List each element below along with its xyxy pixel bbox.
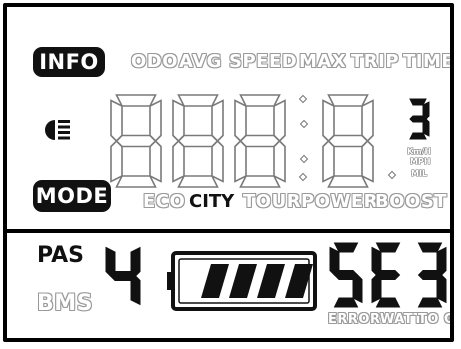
right-digit-1-seg-b (353, 248, 362, 276)
pas-level-digit-seg-a (111, 243, 136, 252)
right-digit-2-seg-a (375, 242, 401, 253)
right-digit-1-seg-d (333, 297, 359, 308)
main-digit-1-seg-c (149, 139, 162, 183)
right-digit-2 (371, 242, 404, 308)
main-digit-4-seg-a (327, 94, 369, 107)
main-digit-3-seg-d (239, 175, 281, 188)
bms-label: BMS (37, 291, 94, 316)
main-digit-1-seg-e (110, 139, 123, 183)
label-watt: WATT (380, 312, 423, 327)
mode-eco: ECO (143, 191, 186, 212)
main-digit-4-seg-c (361, 139, 374, 183)
main-digit-1-seg-b (149, 99, 162, 143)
pas-level-digit-seg-b (130, 246, 141, 277)
main-digit-3-seg-a (239, 94, 281, 107)
label-error: ERROR (328, 312, 381, 327)
battery-icon (167, 251, 317, 311)
indicator-dot-1 (299, 119, 309, 129)
main-digit-1-seg-g (115, 134, 157, 148)
unit-kmh: Km/H (407, 147, 432, 156)
right-digit-1-seg-e (330, 275, 339, 303)
main-digit-1-seg-a (115, 94, 157, 107)
main-digit-2-seg-g (177, 134, 219, 148)
main-digit-4-seg-f (322, 99, 335, 143)
indicator-dot-2 (299, 154, 309, 164)
main-digit-2-seg-a (177, 94, 219, 107)
right-digit-1-seg-c (352, 274, 363, 304)
pas-level-digit-seg-e (106, 276, 115, 305)
right-digit-2-seg-f (371, 246, 382, 276)
label-to-go: TO GO (418, 312, 450, 327)
small-digit (409, 98, 430, 140)
pas-level-digit-seg-d (111, 300, 136, 309)
pas-level-digit (105, 243, 141, 309)
mode-city-active: CITY (189, 191, 235, 212)
main-digit-1-seg-f (110, 99, 123, 143)
divider (7, 229, 450, 233)
main-digit-4-seg-d (327, 175, 369, 188)
main-digit-4-seg-g (327, 134, 369, 148)
main-digit-2-seg-c (211, 139, 224, 183)
main-digit-3-seg-e (234, 139, 247, 183)
main-digit-2-seg-b (211, 99, 224, 143)
unit-mil: MIL (411, 169, 428, 178)
small-digit-seg-a (409, 98, 427, 106)
main-digit-3-seg-f (234, 99, 247, 143)
main-digit-4-seg-e (322, 139, 335, 183)
mode-boost: BOOST (375, 191, 448, 212)
pas-level-digit-seg-c (130, 275, 141, 306)
right-digit-1-seg-g (333, 270, 359, 280)
right-digit-2-seg-d (375, 297, 401, 308)
main-digit-2-seg-d (177, 175, 219, 188)
small-digit-seg-d (409, 132, 427, 140)
unit-mph: MPH (410, 157, 431, 166)
right-digit-3 (414, 242, 447, 308)
main-digit-4-seg-b (361, 99, 374, 143)
indicator-dot-4 (298, 172, 308, 182)
main-digit-3-seg-b (273, 99, 286, 143)
right-digit-3-seg-e (414, 275, 423, 303)
right-digit-2-seg-c (395, 275, 404, 303)
lcd-display: INFO ODO AVG SPEED MAX TRIP TIME Km/H MP… (3, 3, 454, 342)
main-digit-3-seg-c (273, 139, 286, 183)
main-digit-2-seg-f (172, 99, 185, 143)
right-digit-1-seg-a (333, 242, 359, 253)
right-digit-3-seg-a (417, 242, 443, 253)
pas-label: PAS (37, 243, 84, 268)
right-digit-3-seg-c (436, 274, 447, 304)
mode-power: POWER (301, 191, 379, 212)
small-digit-seg-g (409, 115, 427, 123)
mode-tour: TOUR (243, 191, 302, 212)
right-digit-3-seg-g (417, 270, 443, 280)
pas-level-digit-seg-f (105, 246, 116, 277)
indicator-dot-3 (298, 94, 308, 104)
right-digit-2-seg-e (371, 274, 382, 304)
pas-level-digit-seg-g (109, 271, 137, 281)
main-digit-3-seg-g (239, 134, 281, 148)
main-digit-2-seg-e (172, 139, 185, 183)
main-digit-3 (234, 94, 286, 188)
main-digit-2 (172, 94, 224, 188)
right-digit-3-seg-b (436, 246, 447, 276)
right-digit-3-seg-d (417, 297, 443, 308)
mode-button[interactable]: MODE (33, 180, 111, 212)
indicator-dot-5 (387, 170, 397, 180)
right-digit-2-seg-b (395, 248, 404, 276)
main-digit-4 (322, 94, 374, 188)
right-digit-1 (329, 242, 363, 308)
right-digit-3-seg-f (414, 248, 423, 276)
main-digit-1 (110, 94, 162, 188)
main-digit-1-seg-d (115, 175, 157, 188)
right-digit-2-seg-g (375, 270, 401, 280)
right-digit-1-seg-f (329, 246, 340, 276)
